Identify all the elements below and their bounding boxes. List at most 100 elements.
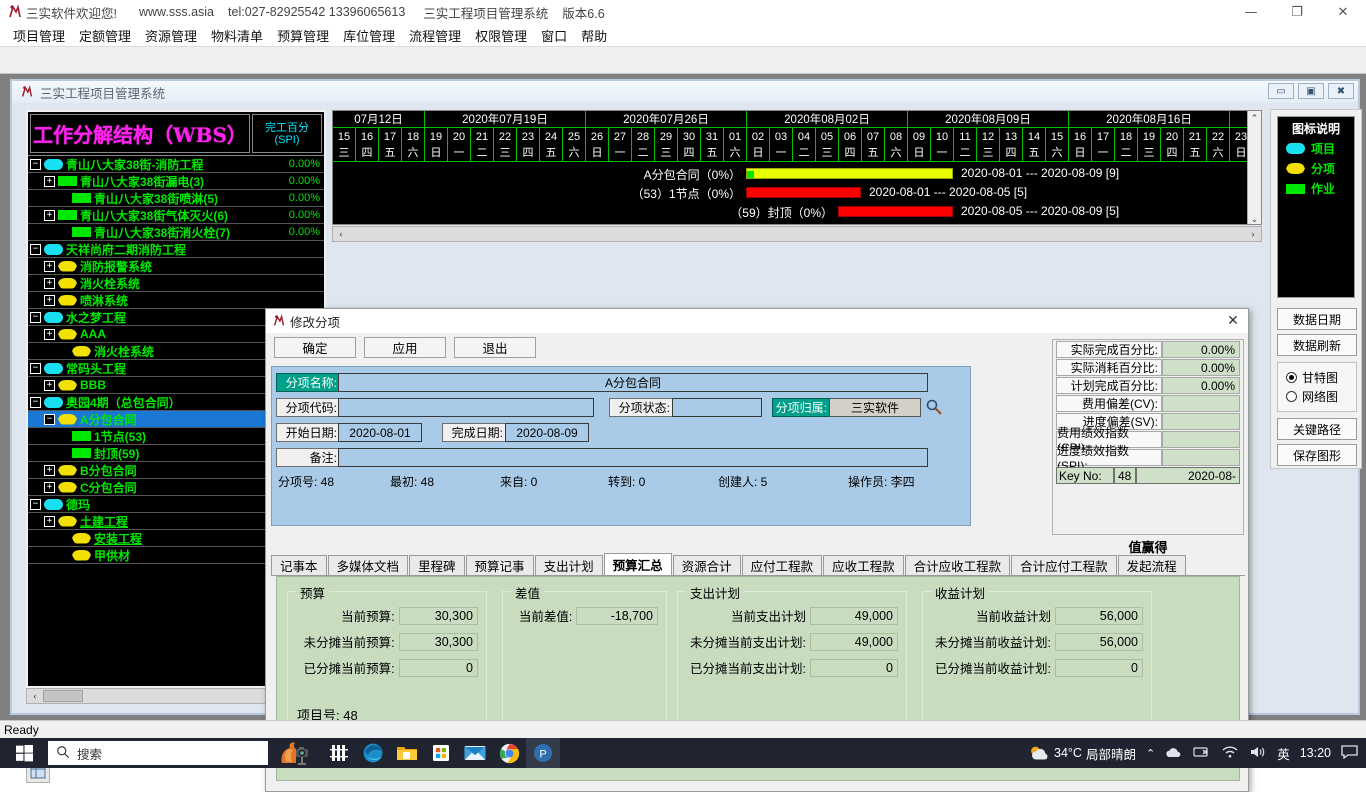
- taskbar-app-icon-1[interactable]: [322, 738, 356, 768]
- expand-icon[interactable]: +: [44, 464, 55, 476]
- taskbar-sss-app-icon[interactable]: P: [526, 738, 560, 768]
- magnifier-icon[interactable]: [925, 398, 943, 419]
- menu-item-3[interactable]: 资源管理: [138, 24, 204, 47]
- budget-field-value[interactable]: 56,000: [1055, 632, 1143, 651]
- collapse-icon[interactable]: −: [30, 498, 41, 510]
- menu-item-5[interactable]: 预算管理: [270, 24, 336, 47]
- expand-icon[interactable]: +: [44, 481, 55, 493]
- wbs-tree-row[interactable]: + 喷淋系统: [28, 292, 324, 309]
- wbs-scroll-thumb[interactable]: [43, 690, 83, 702]
- start-button[interactable]: [0, 738, 48, 768]
- budget-field-value[interactable]: 0: [810, 658, 898, 677]
- wbs-tree-row[interactable]: + 消火栓系统: [28, 275, 324, 292]
- taskbar-squirrel-icon[interactable]: [268, 738, 322, 768]
- tab-3[interactable]: 里程碑: [409, 555, 465, 575]
- radio-icon[interactable]: [1286, 391, 1297, 402]
- expand-icon[interactable]: +: [44, 209, 55, 221]
- expand-icon[interactable]: +: [44, 260, 55, 272]
- view-mode-radio[interactable]: 网络图: [1286, 388, 1356, 405]
- taskbar-file-explorer-icon[interactable]: [390, 738, 424, 768]
- budget-field-value[interactable]: 30,300: [398, 632, 478, 651]
- legend-button-bottom-1[interactable]: 关键路径: [1277, 418, 1357, 440]
- tab-10[interactable]: 合计应收工程款: [904, 555, 1011, 575]
- gantt-scroll-right-icon[interactable]: ›: [1245, 229, 1261, 239]
- tab-4[interactable]: 预算记事: [465, 555, 534, 575]
- menu-item-8[interactable]: 权限管理: [468, 24, 534, 47]
- menu-item-10[interactable]: 帮助: [574, 24, 614, 47]
- legend-button-top-1[interactable]: 数据日期: [1277, 308, 1357, 330]
- radio-icon[interactable]: [1286, 372, 1297, 383]
- tray-expand-icon[interactable]: ⌃: [1146, 747, 1155, 760]
- taskbar-edge-icon[interactable]: [356, 738, 390, 768]
- view-mode-radio-group[interactable]: 甘特图 网络图: [1277, 362, 1357, 412]
- tab-2[interactable]: 多媒体文档: [327, 555, 409, 575]
- menu-item-2[interactable]: 定额管理: [72, 24, 138, 47]
- ime-indicator[interactable]: 英: [1277, 744, 1290, 763]
- tab-12[interactable]: 发起流程: [1117, 555, 1186, 575]
- collapse-icon[interactable]: −: [30, 158, 41, 170]
- menu-item-4[interactable]: 物料清单: [204, 24, 270, 47]
- tab-6[interactable]: 预算汇总: [603, 553, 672, 575]
- collapse-icon[interactable]: −: [30, 362, 41, 374]
- dialog-close-icon[interactable]: ✕: [1222, 311, 1244, 331]
- gantt-scroll-down-icon[interactable]: ⌄: [1248, 212, 1261, 224]
- network-warning-icon[interactable]: [1193, 745, 1211, 762]
- subitem-code-input[interactable]: [338, 398, 594, 417]
- dialog-button-1[interactable]: 确定: [274, 336, 356, 358]
- close-icon[interactable]: ✕: [1320, 0, 1366, 24]
- expand-icon[interactable]: +: [44, 175, 55, 187]
- tab-7[interactable]: 资源合计: [672, 555, 741, 575]
- subitem-owner-field[interactable]: 三实软件: [829, 398, 921, 417]
- taskbar-search-box[interactable]: 搜索: [48, 741, 268, 765]
- minimize-icon[interactable]: —: [1228, 0, 1274, 24]
- collapse-icon[interactable]: −: [30, 243, 41, 255]
- budget-field-value[interactable]: 0: [398, 658, 478, 677]
- taskbar-mail-icon[interactable]: [458, 738, 492, 768]
- dialog-button-3[interactable]: 退出: [454, 336, 536, 358]
- tab-9[interactable]: 应收工程款: [823, 555, 904, 575]
- budget-field-value[interactable]: 49,000: [810, 606, 898, 625]
- expand-icon[interactable]: +: [44, 328, 55, 340]
- expand-icon[interactable]: +: [44, 515, 55, 527]
- gantt-chart[interactable]: 07月12日 2020年07月19日 2020年07月26日 2020年08月02日 2…: [332, 110, 1262, 225]
- menu-item-7[interactable]: 流程管理: [402, 24, 468, 47]
- gantt-bar[interactable]: [838, 206, 953, 217]
- collapse-icon[interactable]: −: [44, 413, 55, 425]
- taskbar-store-icon[interactable]: [424, 738, 458, 768]
- budget-field-value[interactable]: 49,000: [810, 632, 898, 651]
- menu-item-1[interactable]: 项目管理: [6, 24, 72, 47]
- wbs-tree-row[interactable]: − 青山八大家38街-消防工程 0.00%: [28, 156, 324, 173]
- remark-input[interactable]: [338, 448, 928, 467]
- subitem-name-input[interactable]: A分包合同: [338, 373, 928, 392]
- tab-1[interactable]: 记事本: [271, 555, 327, 575]
- gantt-horizontal-scrollbar[interactable]: ‹ ›: [332, 226, 1262, 242]
- wbs-scroll-left-icon[interactable]: ‹: [27, 691, 43, 701]
- budget-field-value[interactable]: -18,700: [576, 606, 658, 625]
- gantt-scroll-left-icon[interactable]: ‹: [333, 229, 349, 239]
- wbs-tree-row[interactable]: + 青山八大家38街漏电(3) 0.00%: [28, 173, 324, 190]
- child-close-icon[interactable]: ✖: [1328, 83, 1354, 99]
- child-restore-icon[interactable]: ▭: [1268, 83, 1294, 99]
- expand-icon[interactable]: +: [44, 294, 55, 306]
- legend-button-bottom-2[interactable]: 保存图形: [1277, 444, 1357, 466]
- finish-date-input[interactable]: 2020-08-09: [505, 423, 589, 442]
- view-mode-radio[interactable]: 甘特图: [1286, 369, 1356, 386]
- legend-button-top-2[interactable]: 数据刷新: [1277, 334, 1357, 356]
- taskbar-chrome-icon[interactable]: [492, 738, 526, 768]
- gantt-vertical-scrollbar[interactable]: ⌃ ⌄: [1247, 111, 1261, 224]
- expand-icon[interactable]: +: [44, 277, 55, 289]
- gantt-bar[interactable]: [746, 168, 953, 179]
- menu-item-6[interactable]: 库位管理: [336, 24, 402, 47]
- wbs-tree-row[interactable]: + 青山八大家38街气体灭火(6) 0.00%: [28, 207, 324, 224]
- taskbar-clock[interactable]: 13:20: [1300, 746, 1331, 760]
- start-date-input[interactable]: 2020-08-01: [338, 423, 422, 442]
- maximize-icon[interactable]: ❐: [1274, 0, 1320, 24]
- gantt-scroll-up-icon[interactable]: ⌃: [1248, 111, 1261, 125]
- menu-item-9[interactable]: 窗口: [534, 24, 574, 47]
- tab-11[interactable]: 合计应付工程款: [1011, 555, 1117, 575]
- volume-icon[interactable]: [1249, 745, 1267, 762]
- tab-8[interactable]: 应付工程款: [741, 555, 823, 575]
- wbs-tree-row[interactable]: 青山八大家38街消火栓(7) 0.00%: [28, 224, 324, 241]
- subitem-status-input[interactable]: [672, 398, 762, 417]
- dialog-button-2[interactable]: 应用: [364, 336, 446, 358]
